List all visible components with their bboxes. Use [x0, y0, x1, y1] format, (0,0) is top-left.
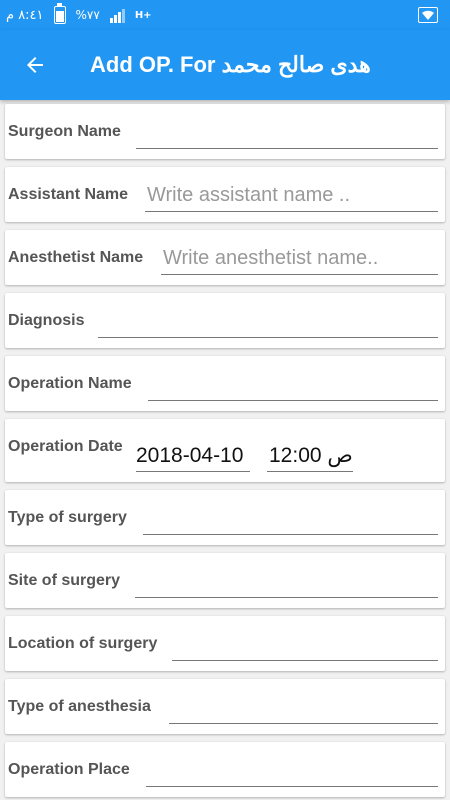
status-left-group: ٨:٤١ م %٧٧ H+	[6, 3, 152, 24]
operation-name-row: Operation Name	[5, 356, 445, 411]
anesthetist-name-label: Anesthetist Name	[8, 248, 144, 266]
operation-place-input[interactable]	[146, 755, 438, 787]
battery-icon	[53, 3, 66, 24]
battery-percent: %٧٧	[75, 8, 100, 22]
diagnosis-input[interactable]	[98, 306, 438, 338]
assistant-name-input[interactable]	[145, 180, 438, 212]
operation-date-picker[interactable]: 2018-04-10	[136, 440, 250, 472]
operation-place-row: Operation Place	[5, 742, 445, 797]
surgeon-name-input[interactable]	[136, 117, 438, 149]
page-title: Add OP. For هدى صالح محمد	[90, 52, 371, 77]
status-bar: ٨:٤١ م %٧٧ H+	[0, 0, 450, 30]
operation-date-label: Operation Date	[8, 438, 123, 455]
anesthetist-name-input[interactable]	[161, 243, 438, 275]
wifi-icon	[418, 7, 438, 23]
back-button[interactable]	[0, 30, 70, 100]
surgeon-name-label: Surgeon Name	[8, 122, 121, 140]
operation-place-label: Operation Place	[8, 760, 130, 778]
operation-name-input[interactable]	[148, 369, 438, 401]
type-of-anesthesia-label: Type of anesthesia	[8, 697, 151, 715]
arrow-back-icon	[27, 57, 43, 73]
site-of-surgery-input[interactable]	[135, 566, 438, 598]
location-of-surgery-input[interactable]	[172, 629, 438, 661]
type-of-anesthesia-input[interactable]	[169, 692, 438, 724]
assistant-name-row: Assistant Name	[5, 167, 445, 222]
app-bar: Add OP. For هدى صالح محمد	[0, 30, 450, 100]
type-of-surgery-input[interactable]	[143, 503, 438, 535]
type-of-surgery-label: Type of surgery	[8, 508, 127, 526]
status-time: ٨:٤١ م	[6, 7, 44, 23]
operation-time-picker[interactable]: 12:00 ص	[267, 440, 353, 472]
type-of-anesthesia-row: Type of anesthesia	[5, 679, 445, 734]
location-of-surgery-row: Location of surgery	[5, 616, 445, 671]
assistant-name-label: Assistant Name	[8, 185, 129, 203]
diagnosis-row: Diagnosis	[5, 293, 445, 348]
anesthetist-name-row: Anesthetist Name	[5, 230, 445, 285]
operation-date-row: Operation Date 2018-04-10 12:00 ص	[5, 419, 445, 482]
signal-icon	[109, 7, 125, 23]
type-of-surgery-row: Type of surgery	[5, 490, 445, 545]
location-of-surgery-label: Location of surgery	[8, 634, 158, 652]
network-type: H+	[134, 9, 152, 21]
site-of-surgery-label: Site of surgery	[8, 571, 121, 589]
site-of-surgery-row: Site of surgery	[5, 553, 445, 608]
operation-name-label: Operation Name	[8, 374, 132, 392]
surgeon-name-row: Surgeon Name	[5, 104, 445, 159]
diagnosis-label: Diagnosis	[8, 311, 85, 329]
add-operation-form: Surgeon Name Assistant Name Anesthetist …	[5, 104, 445, 800]
